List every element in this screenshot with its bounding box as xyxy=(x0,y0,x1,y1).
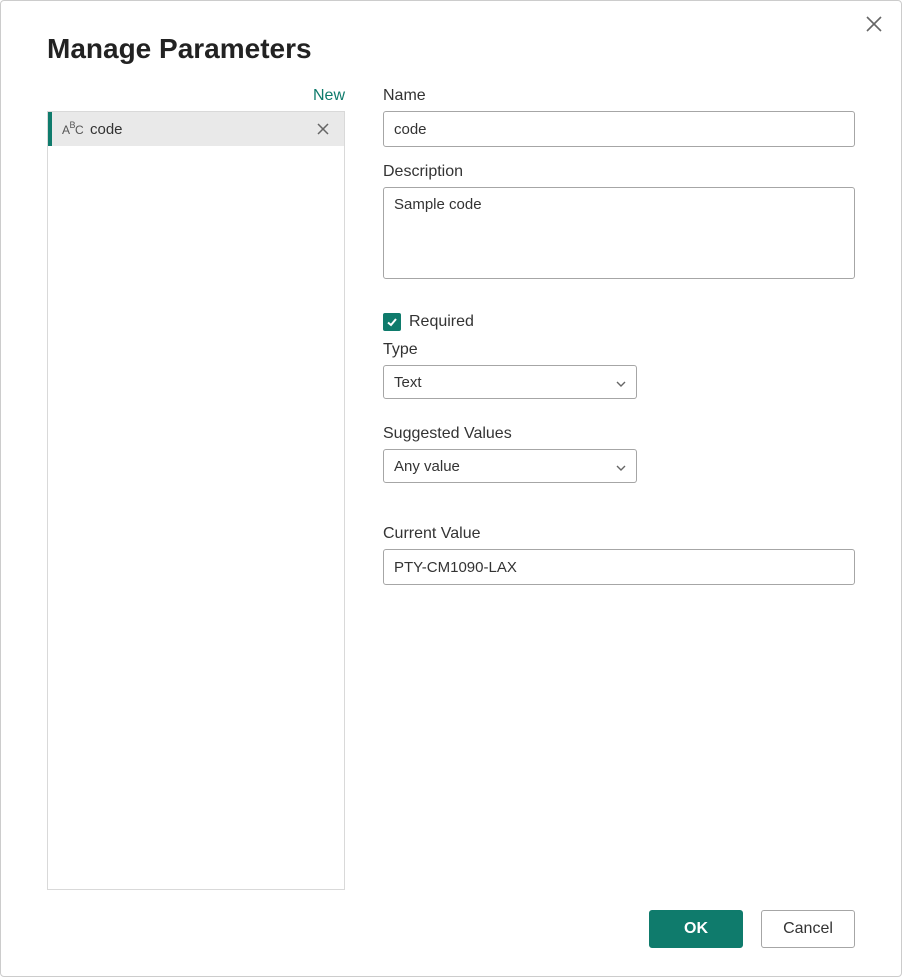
type-label: Type xyxy=(383,341,855,359)
required-checkbox[interactable] xyxy=(383,313,401,331)
suggested-values-wrap: Suggested Values Any value xyxy=(383,415,855,483)
text-type-icon: ABC xyxy=(62,121,86,137)
current-value-input[interactable] xyxy=(383,549,855,585)
parameter-list: ABC code xyxy=(47,111,345,890)
type-select-value: Text xyxy=(394,374,616,391)
name-input[interactable] xyxy=(383,111,855,147)
manage-parameters-dialog: Manage Parameters New ABC code xyxy=(0,0,902,977)
required-row: Required xyxy=(383,313,855,331)
parameter-list-item[interactable]: ABC code xyxy=(48,112,344,146)
current-value-label: Current Value xyxy=(383,525,855,543)
new-parameter-link[interactable]: New xyxy=(313,87,345,105)
parameter-list-pane: New ABC code xyxy=(47,87,345,890)
description-label: Description xyxy=(383,163,855,181)
cancel-button[interactable]: Cancel xyxy=(761,910,855,948)
new-row: New xyxy=(47,87,345,111)
selection-accent xyxy=(48,112,52,146)
parameter-item-name: code xyxy=(86,121,312,138)
chevron-down-icon xyxy=(616,374,626,391)
chevron-down-icon xyxy=(616,458,626,475)
type-select[interactable]: Text xyxy=(383,365,637,399)
dialog-title: Manage Parameters xyxy=(1,1,901,65)
close-icon[interactable] xyxy=(865,15,883,33)
dialog-footer: OK Cancel xyxy=(1,890,901,976)
description-input[interactable] xyxy=(383,187,855,279)
delete-parameter-icon[interactable] xyxy=(312,118,334,140)
parameter-form-pane: Name Description Required Type Text xyxy=(383,87,855,890)
current-value-wrap: Current Value xyxy=(383,515,855,585)
suggested-values-label: Suggested Values xyxy=(383,425,855,443)
suggested-values-select[interactable]: Any value xyxy=(383,449,637,483)
dialog-body: New ABC code Name xyxy=(1,65,901,890)
name-label: Name xyxy=(383,87,855,105)
ok-button[interactable]: OK xyxy=(649,910,743,948)
suggested-values-value: Any value xyxy=(394,458,616,475)
required-label: Required xyxy=(409,313,474,331)
